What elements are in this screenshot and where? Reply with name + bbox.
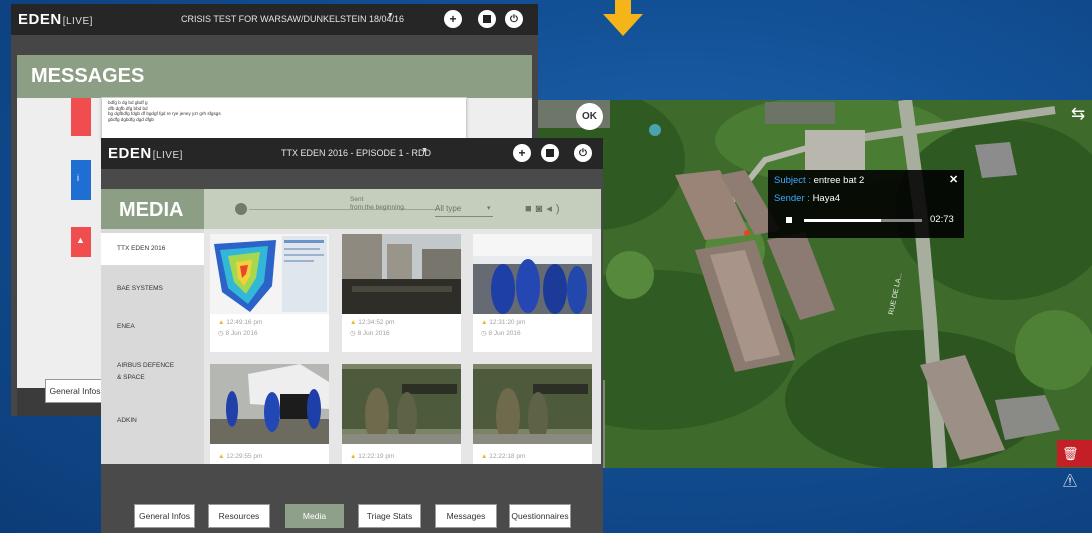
stop-button[interactable]	[786, 217, 792, 223]
page-title: MESSAGES	[31, 65, 145, 87]
time-slider-handle[interactable]	[235, 203, 247, 215]
media-type-filters[interactable]: ■◙◂)	[525, 202, 564, 215]
chevron-down-icon[interactable]: ▼	[387, 12, 394, 19]
alarm-bar: ▲	[71, 227, 91, 257]
camera-icon: ◙	[535, 203, 547, 215]
calendar-icon: ◷	[481, 330, 487, 337]
organization-sidebar: TTX EDEN 2016 BAE SYSTEMS ENEA AIRBUS DE…	[101, 229, 204, 464]
page-title: MEDIA	[119, 199, 184, 221]
satellite-map[interactable]: RUE DE LA...	[535, 100, 1092, 468]
power-icon[interactable]: ⏻	[505, 10, 523, 28]
expand-icon[interactable]: ⇆	[1071, 104, 1092, 124]
sidebar-item-bae[interactable]: BAE SYSTEMS	[101, 273, 204, 305]
video-icon: ■	[525, 203, 536, 215]
messages-header: MESSAGES	[17, 55, 532, 98]
plus-icon[interactable]: +	[444, 10, 462, 28]
popup-subject: Subject : entree bat 2	[774, 175, 865, 186]
sidebar-item-enea[interactable]: ENEA	[101, 311, 204, 343]
type-select[interactable]: All type	[435, 204, 461, 213]
session-title[interactable]: TTX EDEN 2016 - EPISODE 1 - RDD	[281, 148, 431, 158]
media-tile[interactable]: ▲ 12:49:16 pm ◷ 8 Jun 2016	[210, 234, 329, 352]
ok-button[interactable]: OK	[576, 103, 603, 130]
chevron-down-icon[interactable]: ▾	[487, 204, 491, 212]
power-icon[interactable]: ⏻	[574, 144, 592, 162]
audio-icon: ◂)	[546, 203, 564, 215]
tent-thumbnail	[210, 364, 329, 444]
warning-icon: ⚠	[1062, 473, 1079, 488]
media-window: EDEN[LIVE] TTX EDEN 2016 - EPISODE 1 - R…	[101, 138, 603, 533]
app-logo: EDEN[LIVE]	[18, 11, 93, 28]
soldiers-thumbnail	[473, 364, 592, 444]
delete-alert-button[interactable]: 🗑 ⚠	[1057, 440, 1092, 488]
tab-resources[interactable]: Resources	[208, 504, 270, 528]
media-tile[interactable]: ▲ 12:34:52 pm ◷ 8 Jun 2016	[342, 234, 461, 352]
time-slider-track[interactable]	[249, 209, 439, 210]
sidebar-item-airbus[interactable]: AIRBUS DEFENCE & SPACE	[101, 352, 204, 392]
audio-progress-fill	[804, 219, 881, 222]
media-tile[interactable]: ▲ 12:31:20 pm ◷ 8 Jun 2016	[473, 234, 592, 352]
info-bar: i	[71, 160, 91, 200]
plus-icon[interactable]: +	[513, 144, 531, 162]
down-arrow-icon	[603, 0, 643, 36]
audio-time: 02:73	[930, 214, 954, 225]
tab-general-infos[interactable]: General Infos	[134, 504, 195, 528]
chevron-down-icon[interactable]: ▼	[421, 147, 428, 154]
tab-general-infos[interactable]: General Infos	[45, 379, 105, 403]
media-header: MEDIA	[101, 189, 204, 229]
heatmap-thumbnail	[210, 234, 329, 314]
tab-questionnaires[interactable]: Questionnaires	[509, 504, 571, 528]
alert-bar	[71, 98, 91, 136]
close-icon[interactable]: ✕	[949, 173, 958, 186]
tab-messages[interactable]: Messages	[435, 504, 497, 528]
type-select-underline	[435, 216, 493, 217]
session-title[interactable]: CRISIS TEST FOR WARSAW/DUNKELSTEIN 18/04…	[181, 14, 404, 24]
hazmat-thumbnail	[473, 234, 592, 314]
audio-progress-bar[interactable]	[804, 219, 922, 222]
message-card[interactable]: bdfg b dg bd gbdf g dfb dgfb dfg bbd bd …	[101, 97, 467, 139]
info-icon: i	[77, 173, 79, 183]
tab-media[interactable]: Media	[285, 504, 344, 528]
calendar-icon: ◷	[218, 330, 224, 337]
sidebar-item-adkin[interactable]: ADKIN	[101, 405, 204, 437]
top-bar: EDEN[LIVE] CRISIS TEST FOR WARSAW/DUNKEL…	[11, 4, 538, 35]
stop-icon[interactable]	[541, 144, 559, 162]
crowd-thumbnail	[342, 234, 461, 314]
app-logo: EDEN[LIVE]	[108, 145, 183, 162]
sent-filter-label: Sent from the beginning.	[350, 196, 406, 211]
tab-triage-stats[interactable]: Triage Stats	[358, 504, 421, 528]
stop-icon[interactable]	[478, 10, 496, 28]
trash-icon: 🗑	[1062, 446, 1079, 461]
popup-sender: Sender : Haya4	[774, 193, 841, 204]
top-bar: EDEN[LIVE] TTX EDEN 2016 - EPISODE 1 - R…	[101, 138, 603, 169]
media-grid: ▲ 12:49:16 pm ◷ 8 Jun 2016 ▲ 12:34:52 pm…	[204, 229, 601, 482]
sidebar-item-ttx-eden[interactable]: TTX EDEN 2016	[101, 233, 204, 265]
calendar-icon: ◷	[350, 330, 356, 337]
soldiers-thumbnail	[342, 364, 461, 444]
message-popup: Subject : entree bat 2 ✕ Sender : Haya4 …	[768, 170, 964, 238]
bell-icon: ▲	[76, 235, 85, 245]
